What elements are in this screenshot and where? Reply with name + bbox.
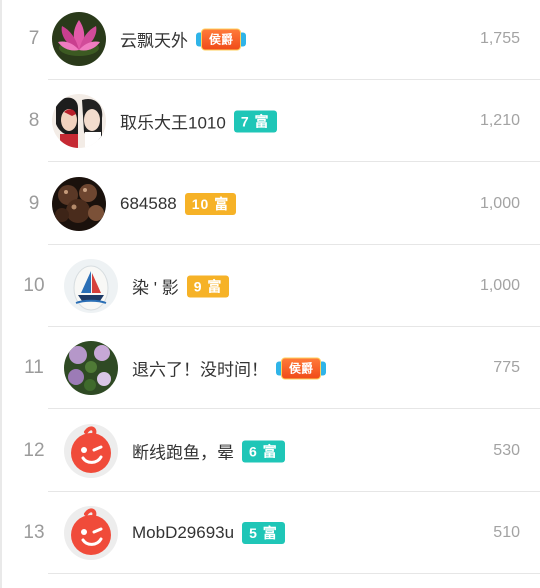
- leaderboard-row[interactable]: 11 退六了！没时间！ 侯爵 775: [2, 327, 540, 409]
- leaderboard-row[interactable]: 10 染 ' 影 9 富 1,000: [2, 245, 540, 327]
- user-name: 断线跑鱼，晕: [132, 443, 234, 463]
- score-value: 775: [493, 359, 520, 376]
- chocolate-truffles-avatar[interactable]: [52, 177, 106, 231]
- user-name: 684588: [120, 194, 177, 213]
- default-wink-face-avatar[interactable]: [64, 506, 118, 560]
- leaderboard-list: 7 云飘天外 侯爵 1,755 8 取乐大王1010 7 富 1,210 9 6…: [0, 0, 540, 588]
- user-name: MobD29693u: [132, 523, 235, 542]
- marquis-badge-label: 侯爵: [281, 357, 321, 379]
- wealth-level-badge: 6 富: [242, 440, 285, 462]
- leaderboard-row[interactable]: 8 取乐大王1010 7 富 1,210: [2, 80, 540, 162]
- couple-illustration-avatar[interactable]: [52, 94, 106, 148]
- rank-number: 13: [23, 522, 45, 543]
- score-value: 1,000: [479, 195, 520, 212]
- painted-egg-sailboat-avatar[interactable]: [64, 259, 118, 313]
- score-value: 530: [493, 442, 520, 459]
- marquis-rank-badge: 侯爵: [276, 356, 326, 380]
- leaderboard-row[interactable]: 7 云飘天外 侯爵 1,755: [2, 0, 540, 80]
- rank-number: 9: [28, 193, 40, 214]
- wealth-level-badge: 10 富: [184, 193, 237, 215]
- row-divider: [48, 408, 540, 409]
- wealth-level-badge: 7 富: [233, 110, 277, 132]
- marquis-rank-badge: 侯爵: [196, 27, 246, 51]
- rank-number: 12: [23, 440, 45, 461]
- score-value: 1,210: [479, 112, 520, 129]
- row-divider: [48, 161, 540, 162]
- score-value: 510: [493, 524, 520, 541]
- flowers-avatar[interactable]: [64, 341, 118, 395]
- default-wink-face-avatar[interactable]: [64, 424, 118, 478]
- marquis-badge-label: 侯爵: [201, 28, 241, 50]
- row-divider: [48, 573, 540, 574]
- user-name: 取乐大王1010: [120, 113, 226, 133]
- rank-number: 10: [23, 275, 45, 296]
- wealth-level-badge: 9 富: [186, 275, 230, 297]
- rank-number: 8: [28, 110, 40, 131]
- leaderboard-row[interactable]: 13 MobD29693u 5 富 510: [2, 492, 540, 574]
- user-name: 云飘天外: [120, 31, 188, 51]
- user-name: 染 ' 影: [132, 278, 179, 298]
- rank-number: 7: [28, 28, 40, 49]
- score-value: 1,000: [479, 277, 520, 294]
- wealth-level-badge: 5 富: [242, 522, 285, 544]
- score-value: 1,755: [479, 30, 520, 47]
- leaderboard-row[interactable]: 12 断线跑鱼，晕 6 富 530: [2, 410, 540, 492]
- rank-number: 11: [24, 357, 44, 378]
- lotus-flower-avatar[interactable]: [52, 12, 106, 66]
- leaderboard-row[interactable]: 9 684588 10 富 1,000: [2, 163, 540, 245]
- user-name: 退六了！没时间！: [132, 360, 268, 380]
